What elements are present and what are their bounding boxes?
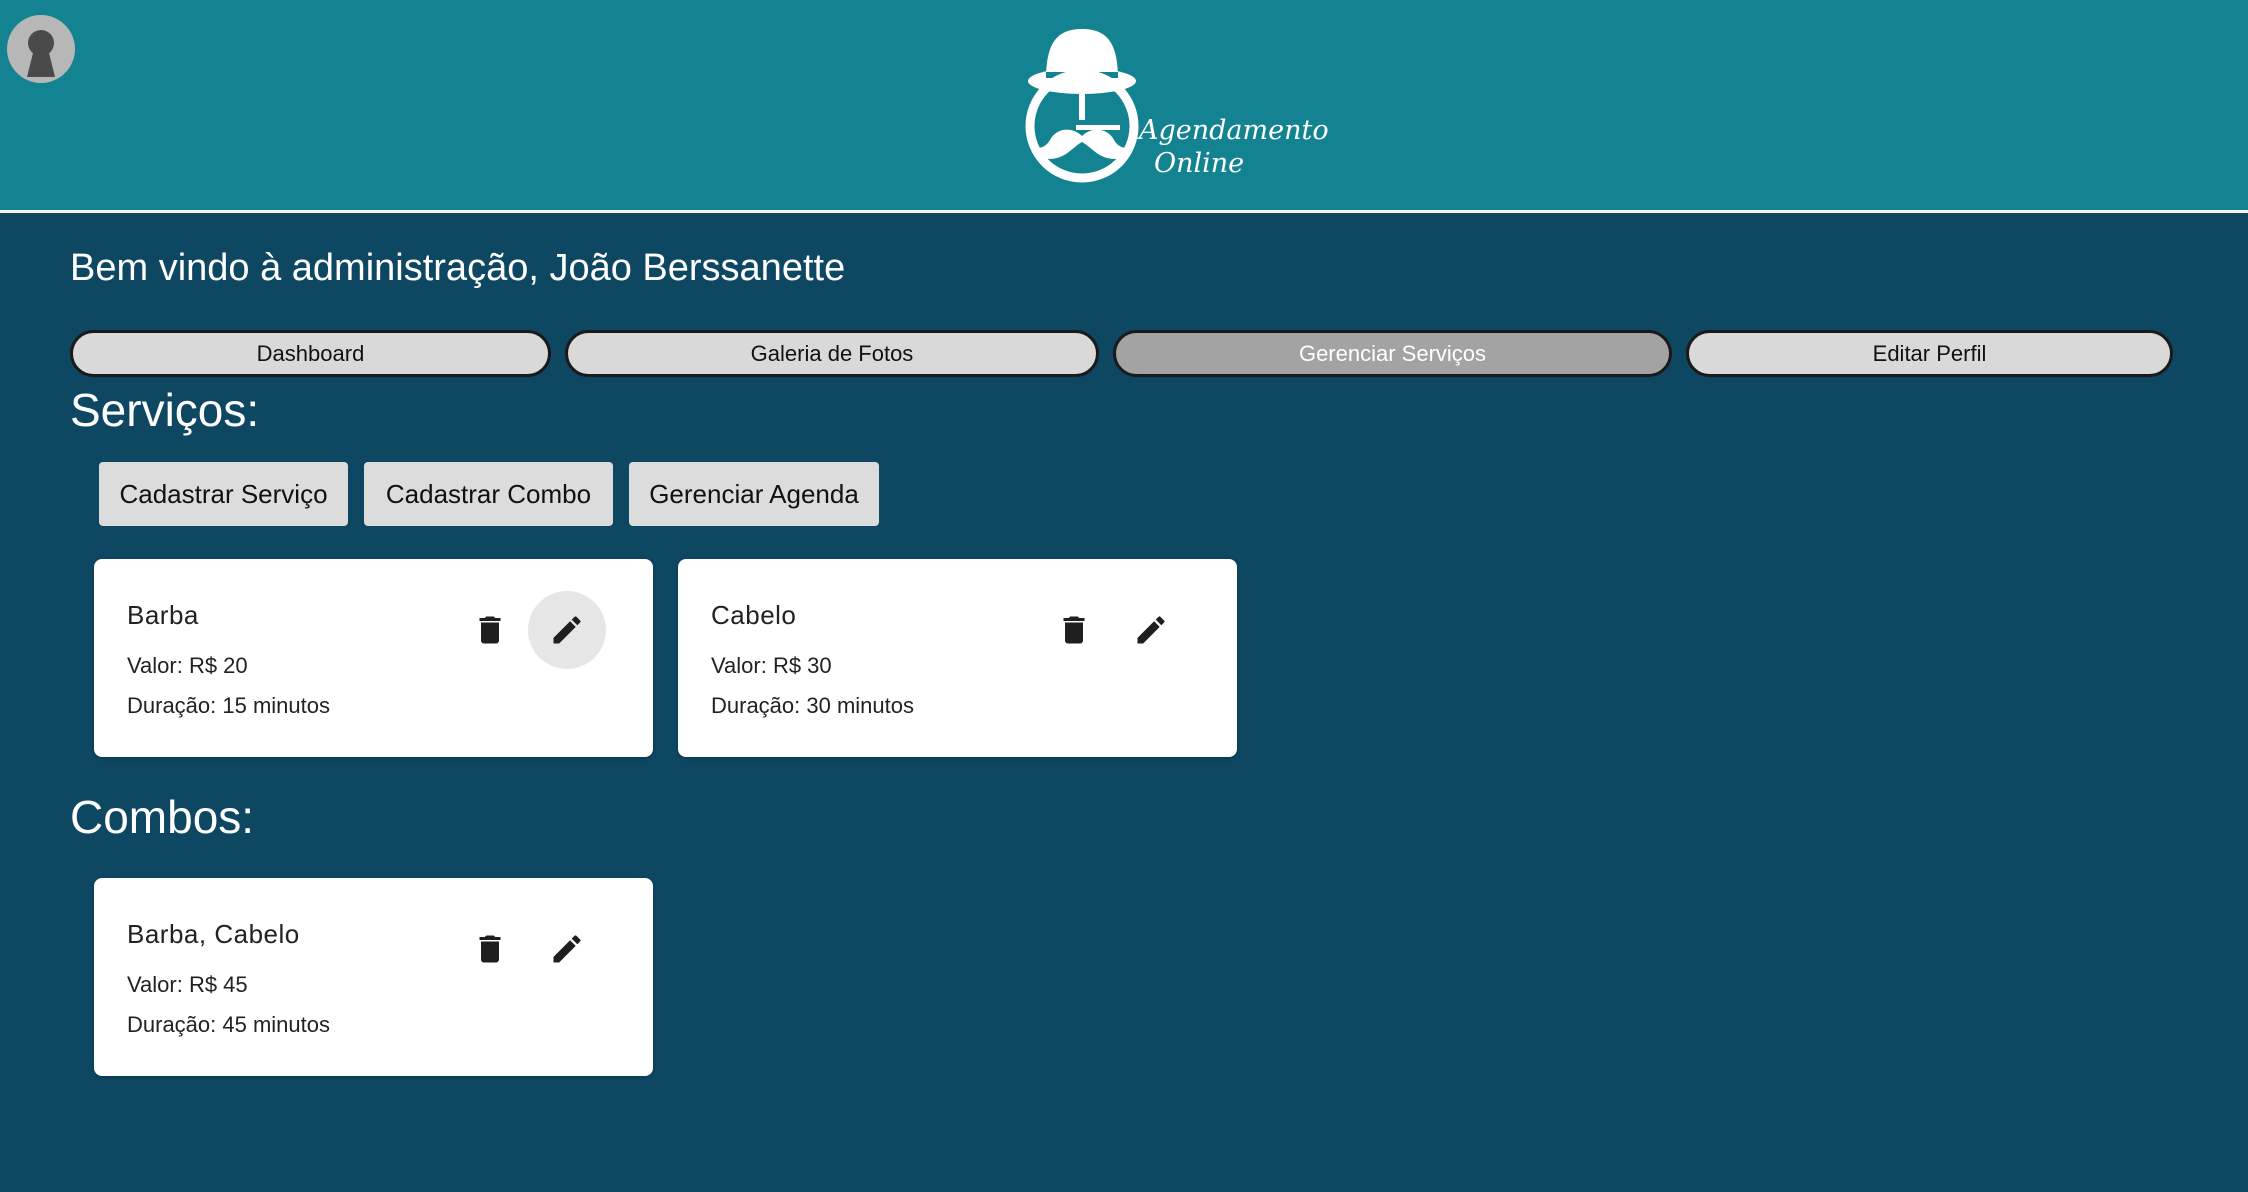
service-card: Barba Valor: R$ 20 Duração: 15 minutos — [94, 559, 653, 757]
pencil-icon — [553, 935, 581, 963]
edit-button[interactable] — [528, 910, 606, 988]
combo-duration: Duração: 45 minutos — [127, 1012, 330, 1037]
combo-name: Barba, Cabelo — [127, 919, 300, 949]
tab-dashboard[interactable]: Dashboard — [70, 330, 551, 377]
combo-card: Barba, Cabelo Valor: R$ 45 Duração: 45 m… — [94, 878, 653, 1076]
trash-icon — [1063, 616, 1085, 644]
welcome-heading: Bem vindo à administração, João Berssane… — [70, 247, 846, 289]
combo-price: Valor: R$ 45 — [127, 972, 248, 997]
pencil-icon — [553, 616, 581, 644]
tab-galeria-de-fotos[interactable]: Galeria de Fotos — [565, 330, 1099, 377]
delete-button[interactable] — [1035, 591, 1113, 669]
service-duration: Duração: 30 minutos — [711, 693, 914, 718]
combos-heading: Combos: — [70, 791, 255, 843]
service-duration: Duração: 15 minutos — [127, 693, 330, 718]
delete-button[interactable] — [451, 910, 529, 988]
delete-button[interactable] — [451, 591, 529, 669]
user-avatar-icon[interactable] — [7, 15, 75, 83]
service-name: Cabelo — [711, 600, 797, 630]
tab-editar-perfil[interactable]: Editar Perfil — [1686, 330, 2173, 377]
services-heading: Serviços: — [70, 384, 260, 436]
cadastrar-servico-button[interactable]: Cadastrar Serviço — [99, 462, 348, 526]
trash-icon — [479, 935, 501, 963]
logo-line-2: Online — [1154, 148, 1245, 179]
trash-icon — [479, 616, 501, 644]
tab-gerenciar-servicos[interactable]: Gerenciar Serviços — [1113, 330, 1672, 377]
service-price: Valor: R$ 30 — [711, 653, 832, 678]
service-name: Barba — [127, 600, 199, 630]
person-silhouette-icon — [27, 30, 55, 77]
service-card: Cabelo Valor: R$ 30 Duração: 30 minutos — [678, 559, 1237, 757]
header: Agendamento Online — [0, 0, 2248, 213]
edit-button[interactable] — [528, 591, 606, 669]
logo-text: Agendamento Online — [1139, 114, 1329, 180]
service-price: Valor: R$ 20 — [127, 653, 248, 678]
cadastrar-combo-button[interactable]: Cadastrar Combo — [364, 462, 613, 526]
edit-button[interactable] — [1112, 591, 1190, 669]
gerenciar-agenda-button[interactable]: Gerenciar Agenda — [629, 462, 879, 526]
pencil-icon — [1137, 616, 1165, 644]
logo-line-1: Agendamento — [1139, 115, 1329, 146]
